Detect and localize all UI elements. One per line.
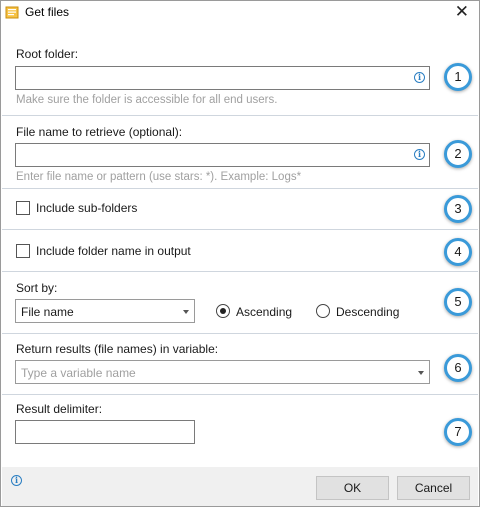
delimiter-section: Result delimiter: 7 (2, 395, 478, 467)
ok-button[interactable]: OK (316, 476, 389, 500)
window-title: Get files (25, 5, 70, 19)
sort-by-label: Sort by: (16, 281, 58, 295)
step-badge-7: 7 (444, 418, 472, 446)
file-name-hint: Enter file name or pattern (use stars: *… (16, 171, 302, 183)
include-folder-name-label[interactable]: Include folder name in output (36, 244, 191, 258)
file-name-label: File name to retrieve (optional): (16, 125, 183, 139)
step-badge-4: 4 (444, 238, 472, 266)
chevron-down-icon (418, 371, 424, 375)
ascending-label[interactable]: Ascending (236, 305, 292, 319)
radio-selected-dot (220, 308, 226, 314)
info-icon[interactable]: i (414, 149, 425, 160)
close-icon[interactable]: ✕ (455, 2, 469, 22)
delimiter-label: Result delimiter: (16, 402, 103, 416)
file-name-section: File name to retrieve (optional): i Ente… (2, 116, 478, 189)
root-folder-input[interactable]: i (15, 66, 430, 90)
chevron-down-icon (183, 310, 189, 314)
variable-placeholder: Type a variable name (21, 366, 136, 380)
app-icon (5, 6, 19, 19)
info-icon[interactable]: i (414, 72, 425, 83)
step-badge-1: 1 (444, 63, 472, 91)
cancel-button[interactable]: Cancel (397, 476, 470, 500)
sort-section: Sort by: File name Ascending Descending … (2, 272, 478, 334)
subfolders-section: Include sub-folders 3 (2, 189, 478, 230)
delimiter-input[interactable] (15, 420, 195, 444)
include-subfolders-label[interactable]: Include sub-folders (36, 201, 137, 215)
root-folder-label: Root folder: (16, 47, 79, 61)
include-folder-name-checkbox[interactable] (16, 244, 30, 258)
sort-by-selected: File name (21, 305, 74, 319)
descending-label[interactable]: Descending (336, 305, 399, 319)
sort-by-dropdown[interactable]: File name (15, 299, 195, 323)
variable-dropdown[interactable]: Type a variable name (15, 360, 430, 384)
include-subfolders-checkbox[interactable] (16, 201, 30, 215)
step-badge-6: 6 (444, 354, 472, 382)
variable-label: Return results (file names) in variable: (16, 342, 219, 356)
descending-radio[interactable] (316, 304, 330, 318)
folder-name-section: Include folder name in output 4 (2, 230, 478, 272)
step-badge-3: 3 (444, 195, 472, 223)
step-badge-2: 2 (444, 140, 472, 168)
title-bar: Get files ✕ (1, 1, 479, 23)
info-icon[interactable]: i (11, 475, 22, 486)
dialog-window: Get files ✕ Root folder: i Make sure the… (0, 0, 480, 507)
step-badge-5: 5 (444, 288, 472, 316)
file-name-input[interactable]: i (15, 143, 430, 167)
root-folder-section: Root folder: i Make sure the folder is a… (2, 23, 478, 116)
variable-section: Return results (file names) in variable:… (2, 334, 478, 395)
ascending-radio[interactable] (216, 304, 230, 318)
dialog-footer: i OK Cancel (2, 467, 478, 506)
root-folder-hint: Make sure the folder is accessible for a… (16, 94, 278, 106)
